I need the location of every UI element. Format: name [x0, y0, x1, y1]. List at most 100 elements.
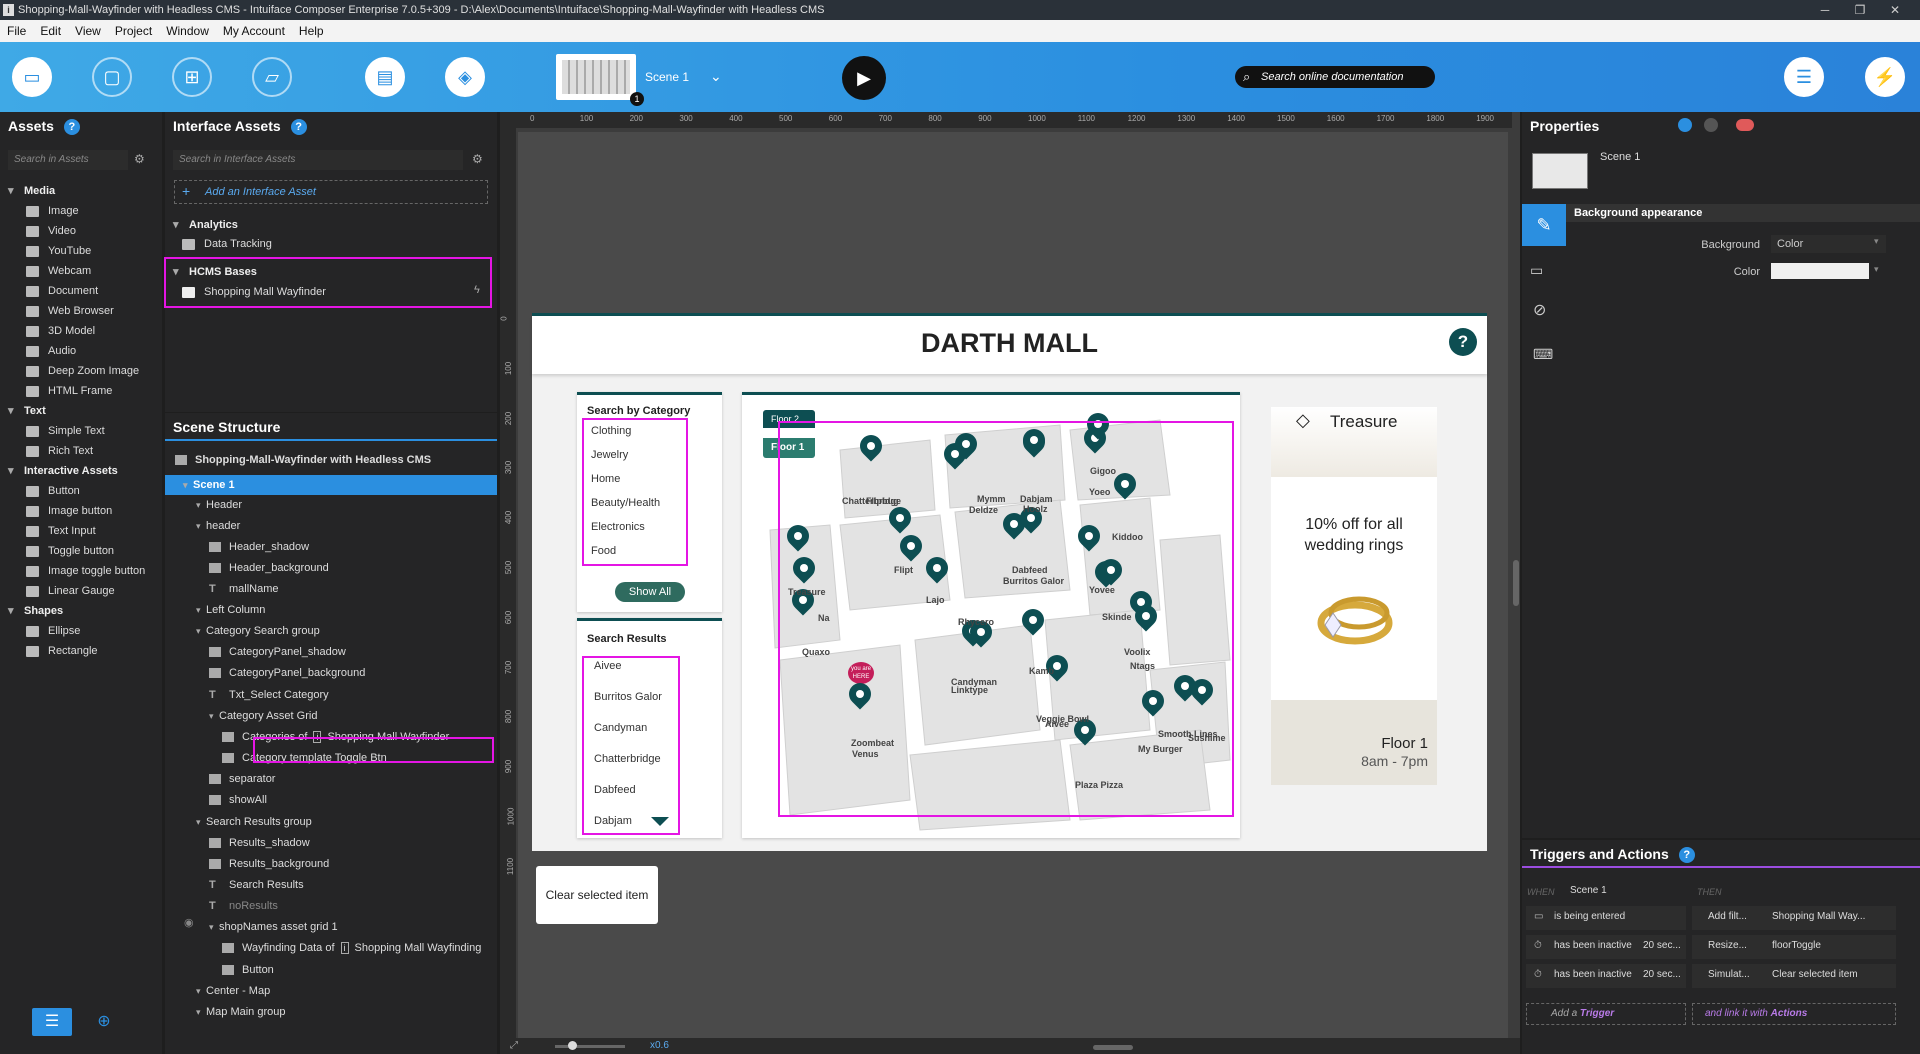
assets-search-input[interactable]: Search in Assets	[8, 150, 128, 170]
chevron-down-icon[interactable]: ▾	[1874, 236, 1879, 247]
asset-item-image[interactable]: Image	[26, 202, 79, 220]
tree-row[interactable]: Results_background	[209, 855, 329, 873]
asset-item-html-frame[interactable]: HTML Frame	[26, 382, 112, 400]
tree-row[interactable]: ▾ Category Search group	[196, 622, 320, 640]
asset-item-audio[interactable]: Audio	[26, 342, 76, 360]
presentation-icon[interactable]: ▢	[92, 57, 132, 97]
data-tracking-item[interactable]: Data Tracking	[182, 235, 272, 253]
project-root[interactable]: Shopping-Mall-Wayfinder with Headless CM…	[175, 451, 431, 469]
asset-item-rectangle[interactable]: Rectangle	[26, 642, 98, 660]
close-button[interactable]: ✕	[1880, 0, 1910, 20]
tree-row[interactable]: CategoryPanel_shadow	[209, 643, 346, 661]
checklist-icon[interactable]: ☰	[1784, 57, 1824, 97]
assets-section-media[interactable]: Media	[0, 182, 162, 200]
asset-item-3d-model[interactable]: 3D Model	[26, 322, 95, 340]
add-interface-asset-button[interactable]: Add an Interface Asset	[174, 180, 488, 204]
chevron-down-icon[interactable]: ▾	[1874, 264, 1879, 275]
tree-row[interactable]: Header_background	[209, 559, 329, 577]
asset-item-youtube[interactable]: YouTube	[26, 242, 91, 260]
tree-row[interactable]: separator	[209, 770, 275, 788]
play-button[interactable]: ▶	[842, 56, 886, 100]
asset-item-toggle-button[interactable]: Toggle button	[26, 542, 114, 560]
brush-icon[interactable]: ✎	[1522, 204, 1566, 246]
asset-item-web-browser[interactable]: Web Browser	[26, 302, 114, 320]
asset-item-image-toggle-button[interactable]: Image toggle button	[26, 562, 145, 580]
no-interaction-icon[interactable]: ⊘	[1533, 300, 1546, 320]
layers-icon[interactable]: ◈	[445, 57, 485, 97]
minimize-button[interactable]: ─	[1810, 0, 1840, 20]
assets-section-text[interactable]: Text	[0, 402, 162, 420]
asset-item-button[interactable]: Button	[26, 482, 80, 500]
structure-icon[interactable]: ⊞	[172, 57, 212, 97]
tree-row[interactable]: ▾ Category Asset Grid	[209, 707, 317, 725]
analytics-section[interactable]: Analytics	[165, 216, 495, 234]
tree-row[interactable]: Button	[222, 961, 274, 979]
scroll-down-icon[interactable]	[651, 817, 669, 826]
tree-row[interactable]: ▾ header	[196, 517, 240, 535]
tree-row[interactable]: ▾ Left Column	[196, 601, 265, 619]
menu-project[interactable]: Project	[108, 20, 159, 42]
tree-row[interactable]: TnoResults	[209, 897, 278, 915]
tree-row[interactable]: ▾ Search Results group	[196, 813, 312, 831]
assets-section-interactive-assets[interactable]: Interactive Assets	[0, 462, 162, 480]
help-icon[interactable]: ?	[63, 119, 80, 136]
menu-help[interactable]: Help	[292, 20, 331, 42]
edit-mode-icon[interactable]: ▭	[12, 57, 52, 97]
tree-row[interactable]: CategoryPanel_background	[209, 664, 365, 682]
tree-row[interactable]: Header_shadow	[209, 538, 309, 556]
tree-row[interactable]: Results_shadow	[209, 834, 310, 852]
assets-section-shapes[interactable]: Shapes	[0, 602, 162, 620]
tree-row[interactable]: TmallName	[209, 580, 279, 598]
scene-thumbnail[interactable]	[556, 54, 636, 100]
link-actions-button[interactable]: and link it with Actions	[1692, 1003, 1896, 1025]
menu-window[interactable]: Window	[159, 20, 216, 42]
color-swatch[interactable]	[1771, 263, 1869, 279]
maximize-button[interactable]: ❐	[1845, 0, 1875, 20]
menu-edit[interactable]: Edit	[33, 20, 68, 42]
help-icon[interactable]: ?	[1678, 847, 1695, 864]
horizontal-scrollbar[interactable]	[1093, 1045, 1133, 1050]
tree-row[interactable]: T Txt_Select Category	[209, 686, 329, 704]
asset-item-text-input[interactable]: Text Input	[26, 522, 96, 540]
add-trigger-button[interactable]: Add a Trigger	[1526, 1003, 1686, 1025]
scene-name[interactable]: Scene 1	[645, 70, 689, 84]
zoom-slider-handle[interactable]	[568, 1041, 577, 1050]
tree-row[interactable]: showAll	[209, 791, 267, 809]
help-icon[interactable]: ?	[290, 119, 307, 136]
tree-row[interactable]: ▾ Scene 1	[183, 476, 235, 494]
tree-row[interactable]: Wayfinding Data of i Shopping Mall Wayfind…	[222, 939, 481, 957]
tree-row[interactable]: ▾ Center - Map	[196, 982, 270, 1000]
tree-row[interactable]: ▾ Map Main group	[196, 1003, 286, 1021]
size-icon[interactable]: ▭	[1530, 262, 1543, 279]
asset-item-webcam[interactable]: Webcam	[26, 262, 91, 280]
grid-view-icon[interactable]: ⊕	[92, 1008, 116, 1036]
eye-icon[interactable]: ◉	[184, 916, 194, 929]
asset-item-document[interactable]: Document	[26, 282, 98, 300]
chevron-down-icon[interactable]: ⌄	[710, 68, 722, 85]
menu-view[interactable]: View	[68, 20, 108, 42]
tree-row[interactable]: ▾ shopNames asset grid 1	[209, 918, 338, 936]
globe-icon[interactable]	[1704, 118, 1718, 132]
tree-row[interactable]: ▾ Header	[196, 496, 242, 514]
zoom-slider[interactable]	[555, 1045, 625, 1048]
clear-selected-button[interactable]: Clear selected item	[536, 866, 658, 924]
link-icon[interactable]	[1678, 118, 1692, 132]
eraser-icon[interactable]	[1736, 119, 1754, 131]
asset-item-linear-gauge[interactable]: Linear Gauge	[26, 582, 115, 600]
keyboard-icon[interactable]: ⌨	[1533, 346, 1553, 363]
interface-assets-search-input[interactable]: Search in Interface Assets	[173, 150, 463, 170]
asset-item-simple-text[interactable]: Simple Text	[26, 422, 105, 440]
vertical-scrollbar[interactable]	[1513, 560, 1519, 606]
fit-icon[interactable]: ⤢	[510, 1040, 518, 1051]
help-button[interactable]: ?	[1449, 328, 1477, 356]
scene-icon[interactable]: ▤	[365, 57, 405, 97]
background-select[interactable]: Color	[1771, 235, 1886, 253]
lightning-icon[interactable]: ⚡	[1865, 57, 1905, 97]
settings-icon[interactable]: ⚙	[472, 152, 483, 166]
asset-item-rich-text[interactable]: Rich Text	[26, 442, 93, 460]
folder-icon[interactable]: ▱	[252, 57, 292, 97]
asset-item-ellipse[interactable]: Ellipse	[26, 622, 80, 640]
doc-search-input[interactable]: Search online documentation	[1235, 66, 1435, 88]
list-view-icon[interactable]: ☰	[32, 1008, 72, 1036]
asset-item-deep-zoom-image[interactable]: Deep Zoom Image	[26, 362, 139, 380]
